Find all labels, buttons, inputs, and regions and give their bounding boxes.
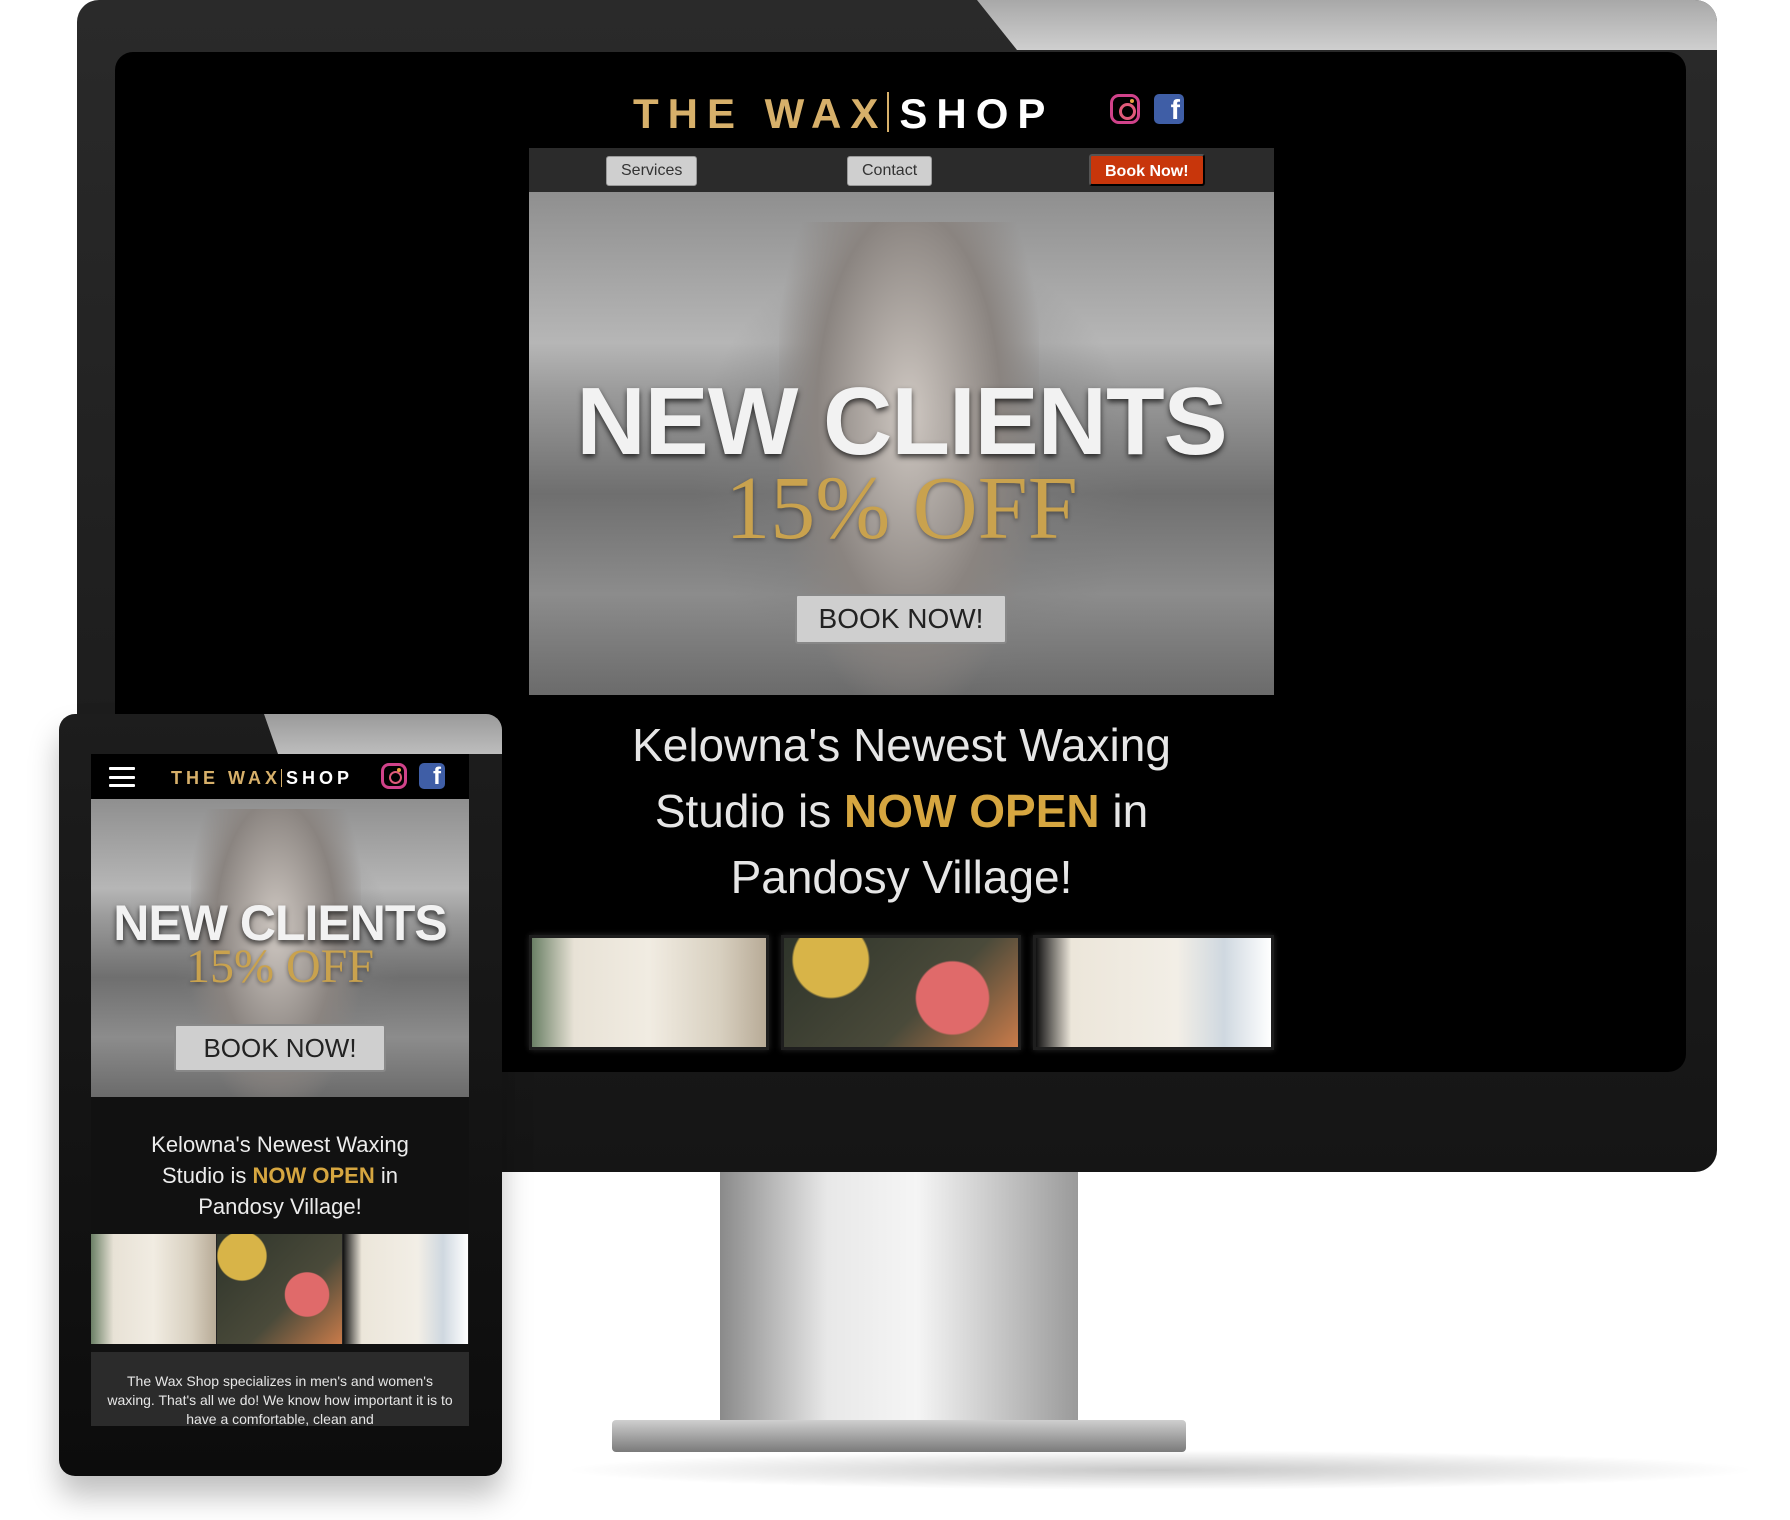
facebook-glyph: f (1170, 94, 1180, 125)
headline: Kelowna's Newest Waxing Studio is NOW OP… (529, 712, 1274, 910)
mobile-facebook-glyph: f (433, 763, 441, 790)
monitor-base (612, 1420, 1186, 1452)
mobile-social-links: f (381, 763, 445, 789)
logo-part-2: SHOP (899, 90, 1055, 137)
headline-line-2-prefix: Studio is (654, 785, 845, 837)
logo-divider (887, 92, 890, 132)
mobile-logo-part-1: THE WAX (171, 768, 282, 788)
hero-banner: NEW CLIENTS 15% OFF BOOK NOW! (529, 192, 1274, 695)
contact-button[interactable]: Contact (847, 156, 933, 186)
mobile-logo-part-2: SHOP (286, 768, 354, 788)
mobile-now-open-highlight: NOW OPEN (252, 1163, 375, 1188)
studio-room-image[interactable] (1033, 935, 1274, 1050)
mobile-headline-line-3: Pandosy Village! (198, 1194, 362, 1219)
facebook-icon[interactable]: f (1154, 94, 1184, 124)
headline-line-1: Kelowna's Newest Waxing (632, 719, 1171, 771)
hero-book-now-button[interactable]: BOOK NOW! (795, 594, 1007, 644)
social-links: f (1110, 94, 1184, 124)
mobile-headline-line-2: Studio is NOW OPEN in (91, 1160, 469, 1191)
phone-glare (264, 714, 502, 754)
monitor-stand (720, 1172, 1078, 1432)
mobile-logo[interactable]: THE WAX SHOP (171, 768, 353, 789)
mobile-hero-book-now-button[interactable]: BOOK NOW! (174, 1024, 386, 1072)
mobile-gallery-image[interactable] (91, 1234, 217, 1344)
gift-products-image[interactable] (781, 935, 1021, 1050)
logo-part-1: THE WAX (633, 90, 888, 137)
hamburger-menu-icon[interactable] (109, 767, 135, 787)
mobile-gallery-image[interactable] (343, 1234, 469, 1344)
monitor-glare (977, 0, 1717, 50)
mobile-hero-subtitle: 15% OFF (185, 940, 375, 993)
facebook-icon[interactable]: f (419, 763, 445, 789)
mobile-gallery (91, 1234, 469, 1344)
instagram-icon[interactable] (381, 763, 407, 789)
mobile-screen: THE WAX SHOP f NEW CLIENTS 15% OFF BOOK N… (91, 754, 469, 1426)
mobile-hero-banner: NEW CLIENTS 15% OFF BOOK NOW! (91, 799, 469, 1097)
now-open-highlight: NOW OPEN (844, 785, 1100, 837)
mobile-headline-line-2-suffix: in (374, 1163, 398, 1188)
mobile-gallery-image[interactable] (217, 1234, 343, 1344)
mobile-logo-divider (281, 769, 283, 787)
stand-shadow (560, 1450, 1760, 1490)
studio-interior-image[interactable] (529, 935, 769, 1050)
headline-line-3: Pandosy Village! (730, 851, 1073, 903)
headline-line-2: Studio is NOW OPEN in (529, 778, 1274, 844)
mobile-header: THE WAX SHOP f (91, 754, 469, 799)
mobile-headline-line-2-prefix: Studio is (162, 1163, 253, 1188)
headline-line-2-suffix: in (1099, 785, 1149, 837)
mobile-headline-line-1: Kelowna's Newest Waxing (151, 1132, 409, 1157)
nav-bar: Services Contact Book Now! (529, 148, 1274, 192)
mobile-headline: Kelowna's Newest Waxing Studio is NOW OP… (91, 1129, 469, 1222)
mobile-device: THE WAX SHOP f NEW CLIENTS 15% OFF BOOK N… (59, 714, 502, 1476)
book-now-nav-button[interactable]: Book Now! (1089, 154, 1205, 186)
instagram-icon[interactable] (1110, 94, 1140, 124)
site-logo[interactable]: THE WAX SHOP (633, 90, 1054, 138)
mobile-intro-paragraph: The Wax Shop specializes in men's and wo… (91, 1352, 469, 1426)
hero-subtitle: 15% OFF (725, 459, 1078, 558)
site-header: THE WAX SHOP f (115, 52, 1686, 147)
services-button[interactable]: Services (606, 156, 698, 186)
